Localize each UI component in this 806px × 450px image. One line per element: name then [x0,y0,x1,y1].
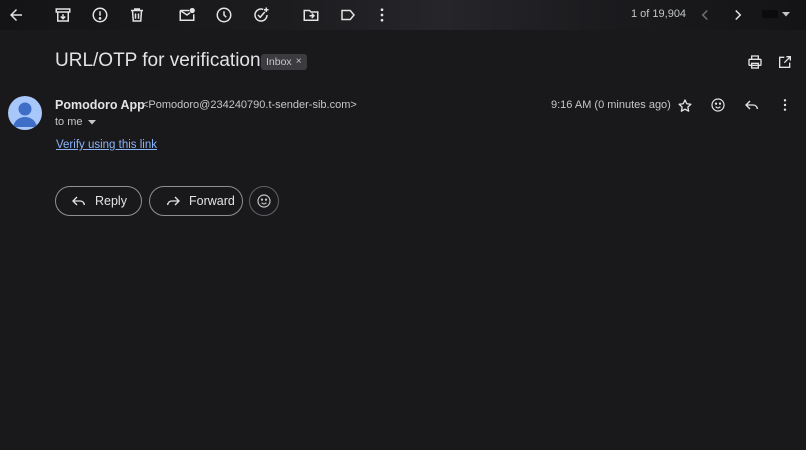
label-icon[interactable] [336,3,360,27]
message-counter: 1 of 19,904 [631,8,687,20]
reply-icon [72,196,85,206]
gmail-message-view: 1 of 19,904 URL/OTP for verification Inb… [0,0,806,450]
emoji-reaction-button[interactable] [249,186,279,216]
caret-down-icon[interactable] [87,117,97,127]
recipient-details[interactable]: to me [55,116,97,128]
sender-email: <Pomodoro@234240790.t-sender-sib.com> [142,99,357,111]
inbox-label-chip[interactable]: Inbox × [261,54,307,70]
forward-button[interactable]: Forward [149,186,243,216]
reply-icon[interactable] [742,95,762,115]
delete-icon[interactable] [125,3,149,27]
snooze-icon[interactable] [212,3,236,27]
mark-unread-icon[interactable] [175,3,199,27]
remove-label-icon[interactable]: × [296,54,302,70]
reply-button[interactable]: Reply [55,186,142,216]
report-spam-icon[interactable] [88,3,112,27]
move-to-icon[interactable] [299,3,323,27]
more-vert-icon[interactable] [775,95,795,115]
older-chevron-icon[interactable] [726,3,750,27]
more-vert-icon[interactable] [370,3,394,27]
sender-avatar[interactable] [8,96,42,130]
verify-link[interactable]: Verify using this link [56,139,157,151]
star-icon[interactable] [675,96,695,116]
add-to-tasks-icon[interactable] [249,3,273,27]
newer-chevron-icon[interactable] [693,3,717,27]
person-icon [13,102,37,127]
label-chip-text: Inbox [266,56,292,68]
forward-icon [167,196,180,206]
message-timestamp: 9:16 AM (0 minutes ago) [551,99,671,111]
smiley-icon [257,194,271,208]
message-subject: URL/OTP for verification [55,50,261,71]
message-toolbar: 1 of 19,904 [0,0,806,30]
input-tools-icon[interactable] [762,10,778,18]
recipient-text: to me [55,116,83,128]
forward-label: Forward [189,194,235,208]
reply-label: Reply [95,194,127,208]
back-arrow-icon[interactable] [4,3,28,27]
add-reaction-icon[interactable] [708,95,728,115]
print-icon[interactable] [745,52,765,72]
archive-icon[interactable] [51,3,75,27]
caret-down-icon[interactable] [781,9,791,19]
sender-name: Pomodoro App [55,98,145,112]
open-new-window-icon[interactable] [775,52,795,72]
